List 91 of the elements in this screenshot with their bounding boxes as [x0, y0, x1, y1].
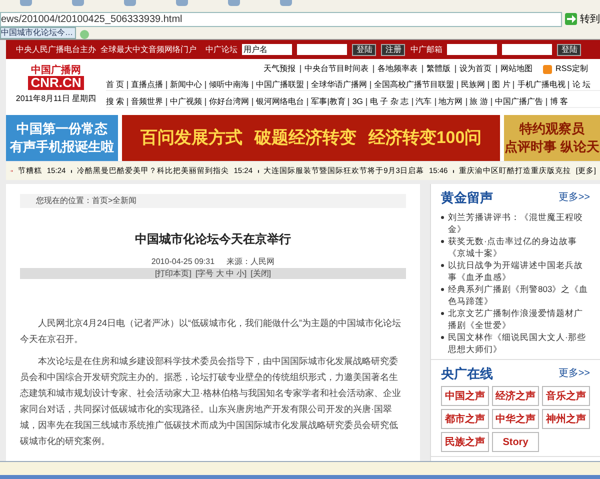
nav-link[interactable]: 音频世界 — [131, 97, 164, 107]
toolbar-icon[interactable] — [124, 0, 136, 6]
site-slogan: 中央人民广播电台主办 全球最大中文音频网络门户 — [16, 44, 196, 56]
toolbar-icon[interactable] — [176, 0, 188, 6]
channel-logo[interactable]: 中华之声 — [492, 409, 540, 429]
nav-link[interactable]: 军事|教育 — [311, 97, 346, 107]
nav-link[interactable]: 旅 游 — [470, 97, 488, 107]
audio-link[interactable]: 获奖无数·点击率过亿的身边故事《京城十案》 — [441, 234, 590, 258]
article-paragraph: 本次论坛是在住房和城乡建设部科学技术委员会指导下，由中国国际城市化发展战略研究委员会和中国综合开发研究院主办的。据悉，论坛打破专业壁垒的传统组织形式，力邀美国著名生态建筑和城市规划设计专家、社会活动家大卫·格林伯格与我国知名专家学者和社会活动家、企业家同台对话，共同探讨低碳城市化的实现路径。山东兴唐房地产开发有限公司开发的兴唐·国翠城，因率先在我国三线城市系统推广低碳技术而成为中国国际城市化发展战略研究委员会研究低碳城市化的研究案例。 — [20, 355, 402, 448]
nav-link[interactable]: 中国广播广告 — [494, 97, 543, 107]
nav-link[interactable]: 民族网 — [461, 80, 486, 90]
audio-link[interactable]: 以抗日战争为开端讲述中国老兵故事《血矛血感》 — [441, 258, 590, 282]
address-field[interactable]: ews/201004/t20100425_506333939.html — [0, 12, 562, 26]
nav-link[interactable]: 图 片 — [492, 80, 510, 90]
section-title: 央广在线 — [441, 364, 493, 382]
bullet-icon — [441, 264, 444, 266]
toolbar-icon[interactable] — [228, 0, 240, 6]
nav-link[interactable]: 中国广播联盟 — [256, 80, 304, 90]
more-link[interactable]: 更多>> — [558, 190, 590, 206]
nav-link[interactable]: 搜 索 — [106, 97, 124, 107]
nav-link[interactable]: 3G — [352, 97, 363, 107]
audio-link[interactable]: 民国文林作《细说民国大文人·那些思想大师们》 — [441, 330, 590, 354]
new-tab-icon[interactable] — [80, 30, 89, 39]
utility-link[interactable]: 中央台节目时间表 — [304, 64, 369, 74]
channel-logo[interactable]: 神州之声 — [542, 409, 590, 429]
rss-link[interactable]: RSS定制 — [556, 64, 588, 74]
section-title: 黄金留声 — [441, 189, 493, 207]
toolbar-icon[interactable] — [20, 0, 32, 6]
bullet-icon — [441, 240, 444, 242]
audio-link[interactable]: 北京文艺广播制作浪漫爱情题材广播剧《全世爱》 — [441, 306, 590, 330]
bullet-icon — [441, 336, 444, 338]
forum-label: 中广论坛 — [205, 44, 238, 56]
username-field[interactable]: 用户名 — [242, 44, 292, 55]
channel-logo[interactable]: 中国之声 — [441, 386, 489, 406]
nav-link[interactable]: 你好台湾网 — [209, 97, 250, 107]
bullet-icon — [441, 288, 444, 290]
nav-link[interactable]: 首 页 — [106, 80, 124, 90]
go-arrow-icon[interactable] — [565, 13, 577, 25]
mail-label: 中广邮箱 — [410, 44, 442, 56]
bullet-icon — [441, 312, 444, 314]
article-tool-link[interactable]: [打印本页] — [154, 268, 192, 279]
channel-logo[interactable]: 经济之声 — [492, 386, 540, 406]
nav-link[interactable]: 地方网 — [438, 97, 463, 107]
browser-tab[interactable]: 中国城市化论坛今… — [0, 27, 76, 39]
mail-login-button[interactable]: 登陆 — [557, 44, 582, 56]
go-label[interactable]: 转到 — [580, 12, 600, 26]
nav-link[interactable]: 博 客 — [550, 97, 568, 107]
more-link[interactable]: 更多>> — [558, 366, 590, 381]
logo-wordmark[interactable]: CNR.CN — [28, 76, 84, 90]
article-date: 2010-04-25 09:31 — [151, 256, 215, 268]
nav-link[interactable]: 中广视频 — [170, 97, 202, 107]
current-date: 2011年8月11日 星期四 — [16, 93, 96, 105]
nav-link[interactable]: 论 坛 — [572, 80, 591, 90]
nav-link[interactable]: 手机广播电视 — [517, 80, 566, 90]
nav-link[interactable]: 倾听中南海 — [209, 80, 250, 90]
article-tool-link[interactable]: [字号 大 中 小] — [195, 268, 247, 279]
utility-link[interactable]: 繁體版 — [426, 64, 451, 74]
article-paragraph: 人民网北京4月24日电（记者严冰）以“低碳城市化，我们能做什么”为主题的中国城市化论坛今天在京召开。 — [20, 317, 402, 346]
nav-link[interactable]: 新闻中心 — [170, 80, 202, 90]
nav-link[interactable]: 直播点播 — [131, 80, 164, 90]
channel-logo[interactable]: 民族之声 — [441, 432, 489, 452]
login-button[interactable]: 登陆 — [352, 44, 376, 56]
article-title: 中国城市化论坛今天在京举行 — [134, 231, 292, 248]
audio-link[interactable]: 经典系列广播剧《刑警803》之《血色马蹄莲》 — [441, 282, 590, 306]
nav-link[interactable]: 汽车 — [416, 97, 432, 107]
toolbar-icon[interactable] — [72, 0, 84, 6]
channel-logo[interactable]: Story — [492, 432, 540, 452]
utility-link[interactable]: 各地频率表 — [378, 64, 418, 74]
toolbar-icon[interactable] — [280, 0, 292, 6]
economy-banner[interactable]: 百问发展方式 破题经济转变 经济转变100问 — [122, 115, 500, 161]
nav-link[interactable]: 电 子 杂 志 — [370, 97, 409, 107]
article-tool-link[interactable]: [关闭] — [250, 268, 272, 279]
article-source: 来源：人民网 — [226, 256, 275, 268]
logo-chinese[interactable]: 中国广播网 — [31, 65, 81, 76]
register-button[interactable]: 注册 — [381, 44, 406, 56]
utility-link[interactable]: 网站地图 — [500, 64, 533, 74]
bullet-icon — [441, 216, 444, 218]
observer-banner[interactable]: 特约观察员 点评时事 纵论天 — [504, 115, 600, 161]
mail-user-field[interactable] — [447, 44, 498, 55]
audio-link[interactable]: 刘兰芳播讲评书：《混世魔王程咬金》 — [441, 210, 590, 234]
rss-icon[interactable] — [542, 64, 552, 74]
channel-logo[interactable]: 都市之声 — [441, 409, 489, 429]
mail-password-field[interactable] — [502, 44, 552, 55]
nav-link[interactable]: 全球华语广播网 — [311, 80, 368, 90]
nav-link[interactable]: 银河网络电台 — [256, 97, 304, 107]
breadcrumb-bar: 您现在的位置：首页>全新闻 — [20, 194, 406, 208]
nav-link[interactable]: 全国高校广播节目联盟 — [374, 80, 454, 90]
utility-link[interactable]: 设为首页 — [460, 64, 492, 74]
channel-logo[interactable]: 音乐之声 — [542, 386, 590, 406]
utility-link[interactable]: 天气预报 — [264, 64, 296, 74]
password-field[interactable] — [297, 44, 348, 55]
